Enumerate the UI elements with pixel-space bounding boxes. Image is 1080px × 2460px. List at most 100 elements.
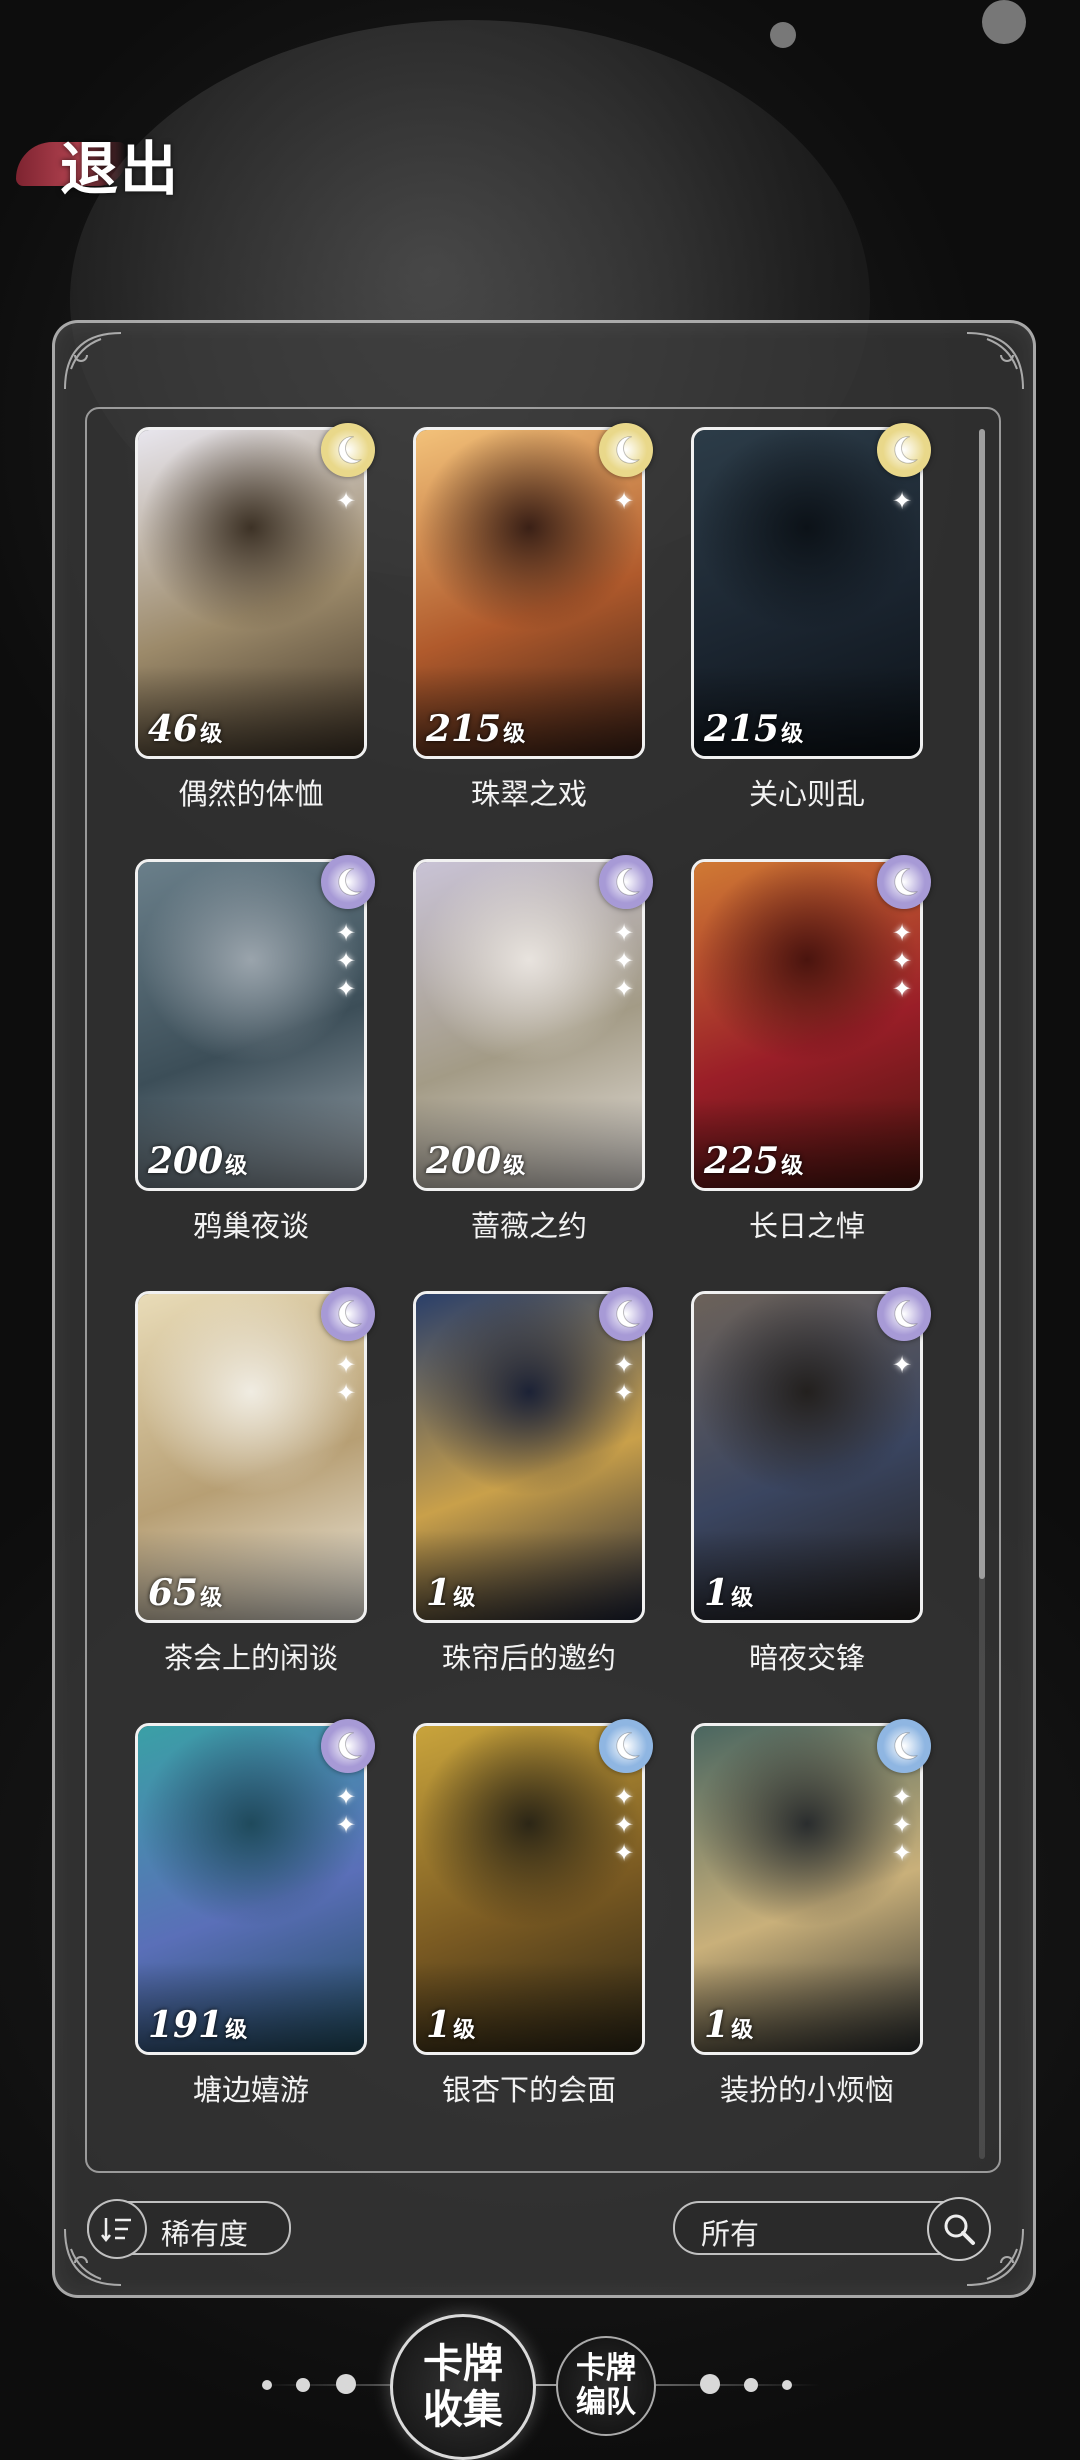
star-rating: ✦ [891,1351,913,1379]
star-rating: ✦ [335,487,357,515]
card-item[interactable]: 1级 ✦ 暗夜交锋 [691,1287,931,1675]
sparkle-star-icon: ✦ [891,1839,913,1867]
card-level-unit: 级 [781,721,804,747]
card-level-unit: 级 [503,1153,526,1179]
sparkle-star-icon: ✦ [335,1379,357,1407]
card-level-number: 225 [704,1140,780,1182]
card-level-number: 1 [426,1572,452,1614]
card-level: 1级 [426,1572,475,1614]
card-level-number: 65 [148,1572,199,1614]
card-level-unit: 级 [225,1153,248,1179]
card-level: 225级 [704,1140,803,1182]
nav-dot [700,2374,720,2394]
card-name: 塘边嬉游 [192,2073,309,2107]
card-level: 191级 [148,2004,247,2046]
search-button[interactable] [927,2197,991,2261]
card-name: 茶会上的闲谈 [163,1641,338,1675]
card-name: 关心则乱 [748,777,865,811]
sparkle-star-icon: ✦ [613,1379,635,1407]
nav-dot [744,2378,758,2392]
corner-ornament-icon [966,332,1024,390]
card-name: 珠帘后的邀约 [441,1641,616,1675]
card-item[interactable]: 200级 ✦ ✦ ✦ 蔷薇之约 [413,855,653,1243]
rarity-moon-icon [877,423,931,477]
card-level-unit: 级 [200,1585,223,1611]
card-level-unit: 级 [453,1585,476,1611]
card-name: 装扮的小烦恼 [719,2073,894,2107]
decor-dot [770,22,796,48]
rarity-moon-icon [877,1287,931,1341]
star-rating: ✦ ✦ ✦ [613,919,635,1003]
card-level-number: 1 [704,1572,730,1614]
card-artwork-frame: 1级 [691,1291,923,1623]
corner-ornament-icon [64,332,122,390]
rarity-moon-icon [877,855,931,909]
card-artwork-frame: 46级 [135,427,367,759]
card-item[interactable]: 215级 ✦ 关心则乱 [691,423,931,811]
sparkle-star-icon: ✦ [891,1783,913,1811]
sparkle-star-icon: ✦ [613,919,635,947]
card-item[interactable]: 1级 ✦ ✦ 珠帘后的邀约 [413,1287,653,1675]
card-name: 暗夜交锋 [748,1641,865,1675]
nav-dot [336,2374,356,2394]
card-item[interactable]: 215级 ✦ 珠翠之戏 [413,423,653,811]
sparkle-star-icon: ✦ [613,947,635,975]
star-rating: ✦ ✦ [335,1783,357,1839]
card-level-unit: 级 [731,1585,754,1611]
exit-button[interactable]: 退出 [16,128,186,203]
card-level-number: 215 [426,708,502,750]
decor-dot [982,0,1026,44]
star-rating: ✦ ✦ ✦ [891,919,913,1003]
rarity-moon-icon [321,423,375,477]
card-level: 215级 [426,708,525,750]
sparkle-star-icon: ✦ [613,1783,635,1811]
sort-rarity-button[interactable]: 稀有度 [87,2199,291,2259]
sparkle-star-icon: ✦ [891,1811,913,1839]
card-item[interactable]: 225级 ✦ ✦ ✦ 长日之悼 [691,855,931,1243]
sparkle-star-icon: ✦ [613,487,635,515]
star-rating: ✦ [891,487,913,515]
sparkle-star-icon: ✦ [891,1351,913,1379]
card-item[interactable]: 46级 ✦ 偶然的体恤 [135,423,375,811]
star-rating: ✦ ✦ [613,1351,635,1407]
filter-dropdown[interactable]: 所有 [673,2197,991,2261]
rarity-moon-icon [321,1719,375,1773]
scrollbar-thumb[interactable] [979,429,985,1579]
rarity-moon-icon [599,423,653,477]
sparkle-star-icon: ✦ [335,487,357,515]
search-icon [944,2214,975,2245]
card-level-unit: 级 [453,2017,476,2043]
sparkle-star-icon: ✦ [613,1839,635,1867]
card-level: 1级 [426,2004,475,2046]
rarity-moon-icon [321,855,375,909]
card-item[interactable]: 65级 ✦ ✦ 茶会上的闲谈 [135,1287,375,1675]
card-team-tab[interactable]: 卡牌编队 [556,2336,656,2436]
card-artwork-frame: 225级 [691,859,923,1191]
card-item[interactable]: 1级 ✦ ✦ ✦ 装扮的小烦恼 [691,1719,931,2107]
card-artwork-frame: 215级 [413,427,645,759]
rarity-moon-icon [599,855,653,909]
card-level-number: 1 [704,2004,730,2046]
card-item[interactable]: 200级 ✦ ✦ ✦ 鸦巢夜谈 [135,855,375,1243]
card-name: 珠翠之戏 [470,777,587,811]
card-level-unit: 级 [225,2017,248,2043]
card-level-unit: 级 [503,721,526,747]
card-item[interactable]: 1级 ✦ ✦ ✦ 银杏下的会面 [413,1719,653,2107]
scrollbar[interactable] [979,429,985,2159]
rarity-moon-icon [877,1719,931,1773]
sparkle-star-icon: ✦ [335,919,357,947]
card-item[interactable]: 191级 ✦ ✦ 塘边嬉游 [135,1719,375,2107]
card-level-unit: 级 [200,721,223,747]
sort-list-icon [87,2199,147,2259]
card-level-number: 191 [148,2004,224,2046]
card-level-number: 46 [148,708,199,750]
sort-label: 稀有度 [161,2217,249,2251]
exit-label: 退出 [60,135,181,203]
rarity-moon-icon [599,1287,653,1341]
card-collection-panel: 46级 ✦ 偶然的体恤 215级 ✦ 珠翠之戏 215级 ✦ 关心则乱 200级 ✦ ✦ ✦ 鸦巢夜谈 20… [52,320,1036,2298]
card-name: 蔷薇之约 [470,1209,587,1243]
card-collection-tab[interactable]: 卡牌收集 [390,2314,536,2460]
star-rating: ✦ ✦ [335,1351,357,1407]
sparkle-star-icon: ✦ [891,947,913,975]
sparkle-star-icon: ✦ [891,919,913,947]
